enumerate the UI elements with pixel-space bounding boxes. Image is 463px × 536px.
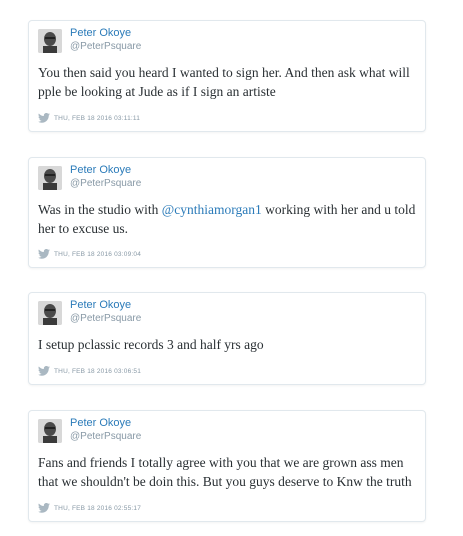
tweet-text: Fans and friends I totally agree with yo… [38, 455, 412, 489]
avatar[interactable] [38, 301, 62, 325]
avatar[interactable] [38, 29, 62, 53]
twitter-bird-icon [38, 366, 50, 376]
tweet-meta: THU, FEB 18 2016 02:55:17 [38, 503, 141, 513]
timestamp[interactable]: THU, FEB 18 2016 03:09:04 [54, 251, 141, 258]
author-name[interactable]: Peter Okoye [70, 417, 131, 429]
twitter-bird-icon [38, 503, 50, 513]
tweet-text: You then said you heard I wanted to sign… [38, 65, 410, 99]
author-name[interactable]: Peter Okoye [70, 164, 131, 176]
twitter-bird-icon [38, 249, 50, 259]
timestamp[interactable]: THU, FEB 18 2016 02:55:17 [54, 505, 141, 512]
author-handle[interactable]: @PeterPsquare [70, 431, 141, 442]
author-name[interactable]: Peter Okoye [70, 299, 131, 311]
tweet-meta: THU, FEB 18 2016 03:11:11 [38, 113, 140, 123]
tweet-meta: THU, FEB 18 2016 03:06:51 [38, 366, 141, 376]
avatar[interactable] [38, 419, 62, 443]
author-handle[interactable]: @PeterPsquare [70, 41, 141, 52]
avatar[interactable] [38, 166, 62, 190]
author-name[interactable]: Peter Okoye [70, 27, 131, 39]
author-handle[interactable]: @PeterPsquare [70, 313, 141, 324]
tweet-meta: THU, FEB 18 2016 03:09:04 [38, 249, 141, 259]
timestamp[interactable]: THU, FEB 18 2016 03:11:11 [54, 115, 140, 122]
tweet-card: Peter Okoye @PeterPsquare Fans and frien… [28, 410, 426, 522]
tweet-card: Peter Okoye @PeterPsquare Was in the stu… [28, 157, 426, 268]
tweet-text: I setup pclassic records 3 and half yrs … [38, 337, 264, 352]
author-handle[interactable]: @PeterPsquare [70, 178, 141, 189]
timestamp[interactable]: THU, FEB 18 2016 03:06:51 [54, 368, 141, 375]
tweet-text: Was in the studio with @cynthiamorgan1 w… [38, 200, 417, 238]
mention-link[interactable]: @cynthiamorgan1 [162, 202, 262, 217]
twitter-bird-icon [38, 113, 50, 123]
tweet-card: Peter Okoye @PeterPsquare You then said … [28, 20, 426, 132]
tweet-text-part: Was in the studio with [38, 202, 162, 217]
tweet-card: Peter Okoye @PeterPsquare I setup pclass… [28, 292, 426, 385]
